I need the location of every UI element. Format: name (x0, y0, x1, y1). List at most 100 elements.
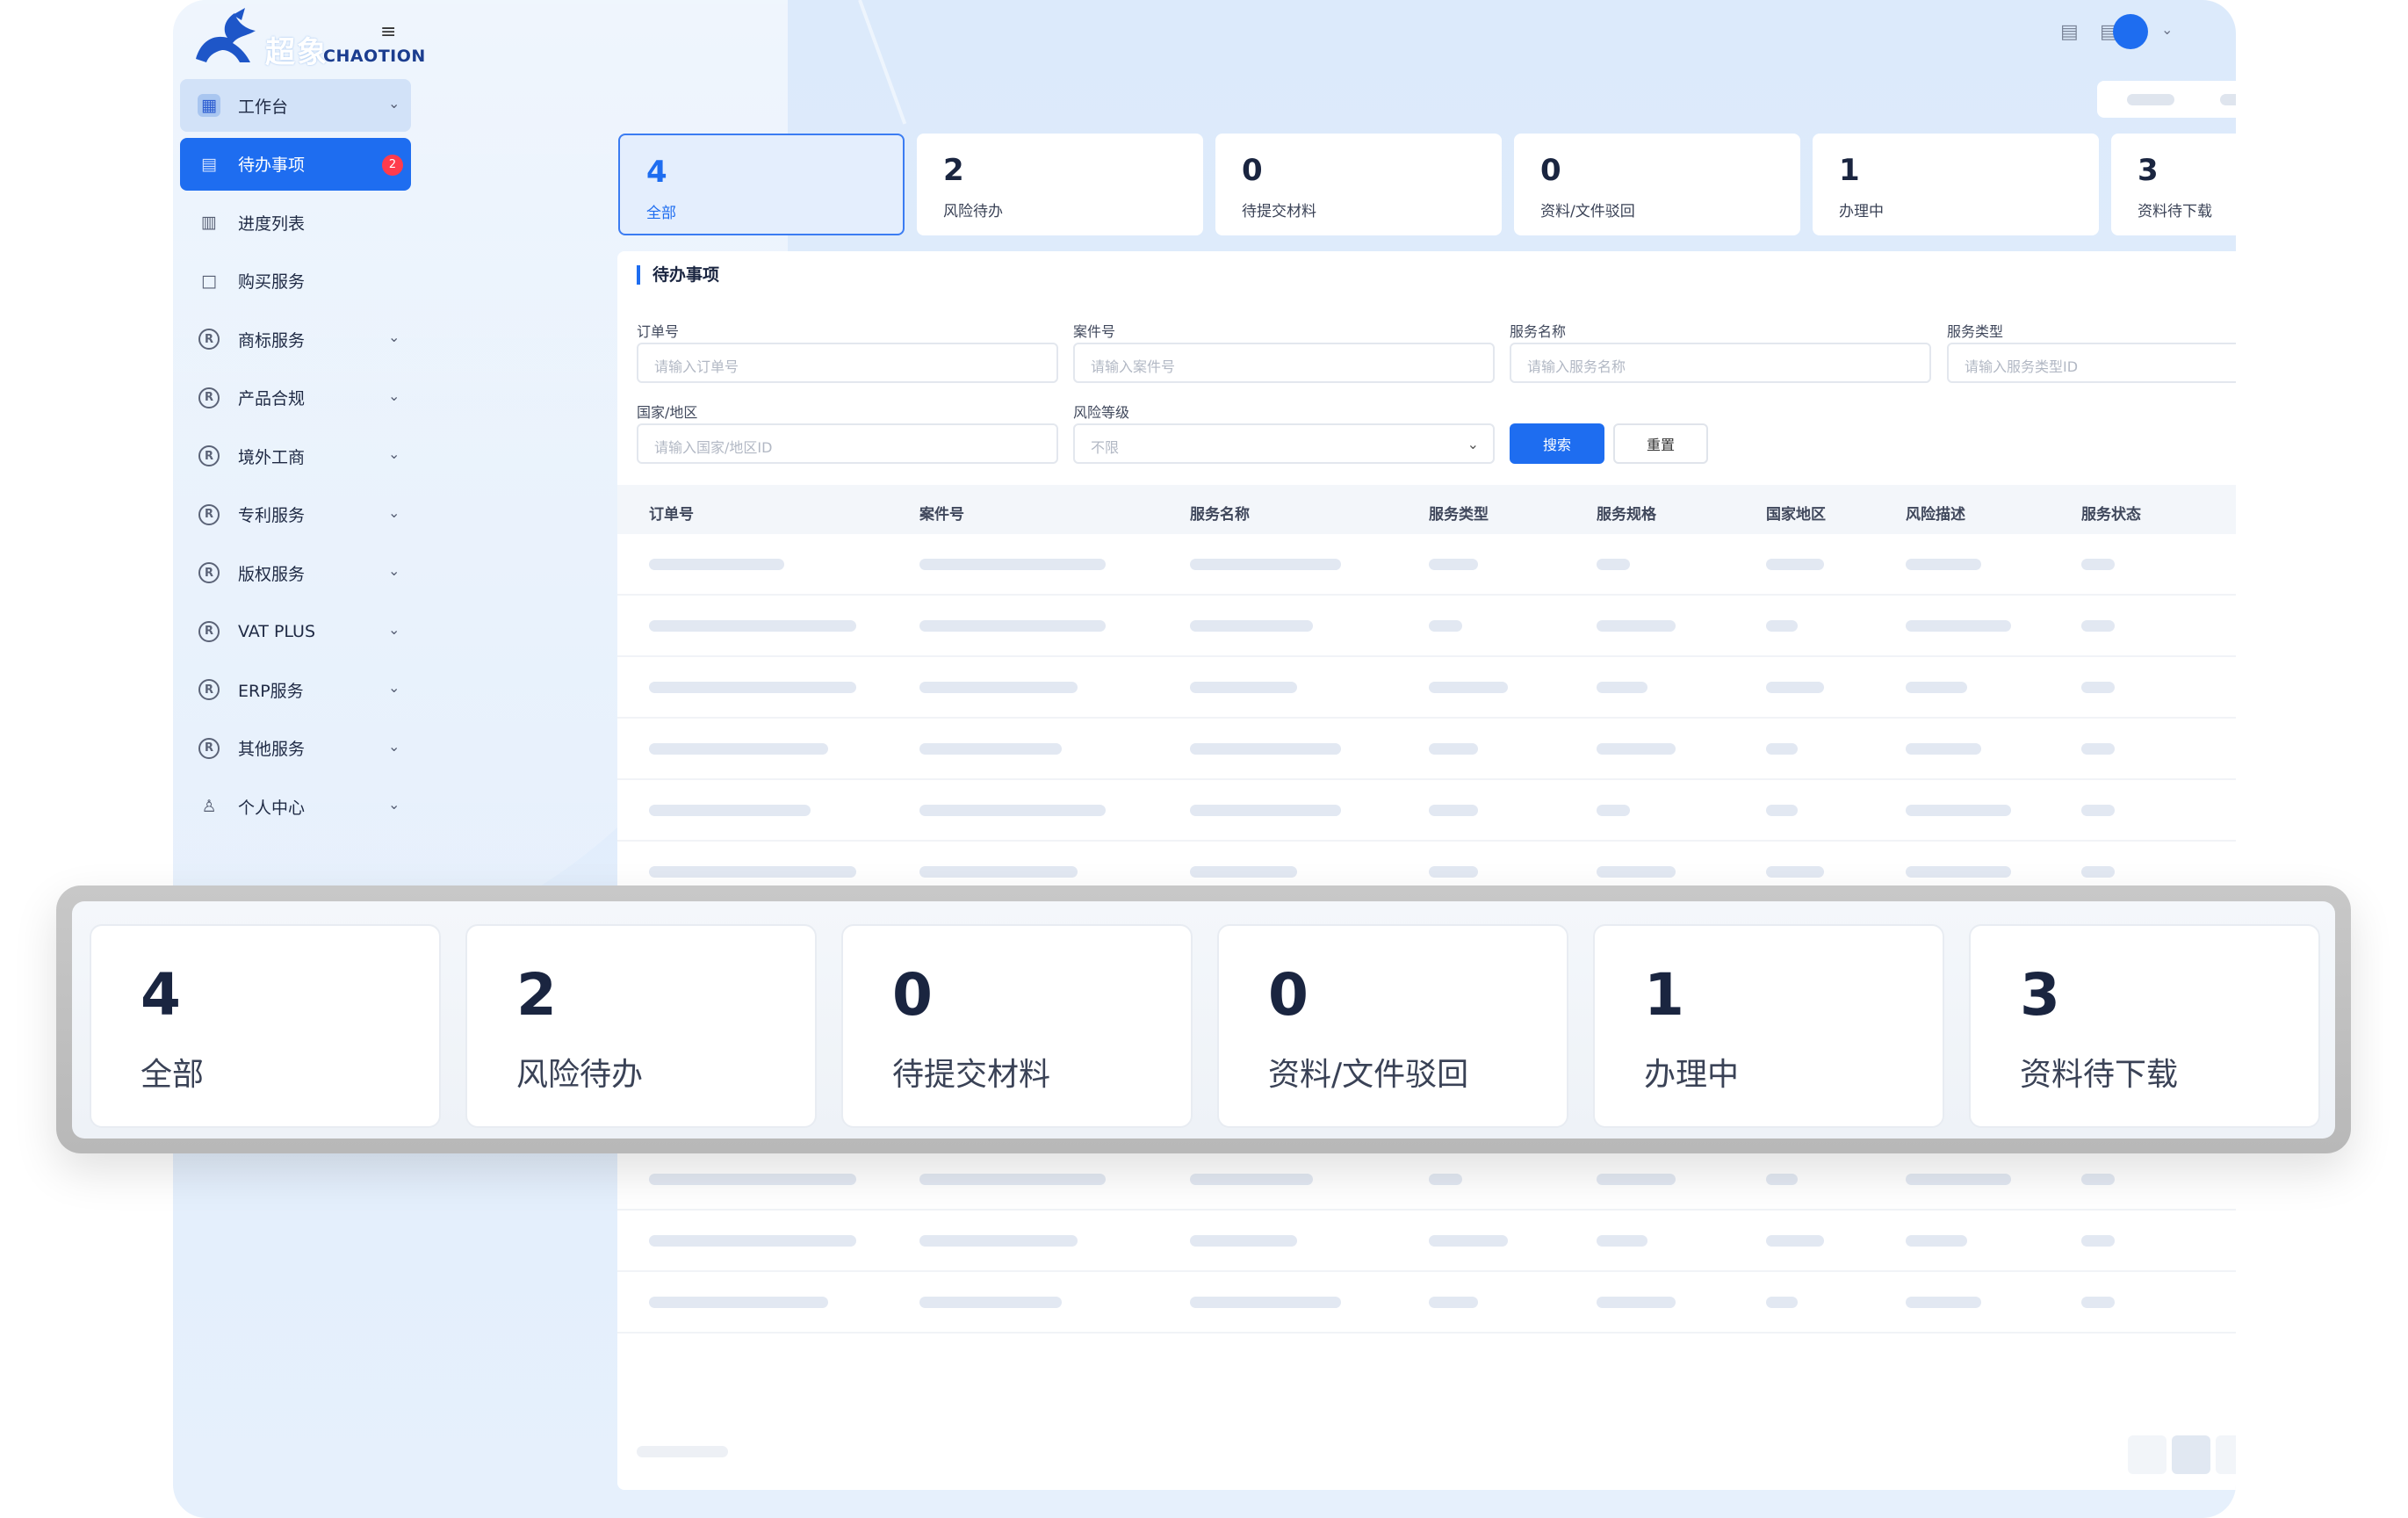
col-service-name: 服务名称 (1190, 506, 1250, 524)
stat-count: 4 (646, 155, 667, 190)
service-type-label: 服务类型 (1947, 323, 2004, 340)
sidebar-item-label: 工作台 (238, 97, 289, 117)
col-risk-desc: 风险描述 (1906, 506, 1965, 524)
stat-count: 1 (1839, 153, 1860, 188)
skeleton-cell (1766, 620, 1798, 632)
brand-logo[interactable]: 超象 CHAOTION (189, 4, 425, 70)
sidebar-item-todo[interactable]: ▤ 待办事项 2 (180, 137, 411, 191)
skeleton-cell (649, 743, 828, 755)
sidebar-item-workbench[interactable]: ▦ 工作台 ⌄ (180, 79, 411, 132)
stat-card-risk[interactable]: 2 风险待办 (917, 134, 1203, 235)
chevron-down-icon[interactable]: ⌄ (2161, 21, 2173, 38)
skeleton-cell (1906, 866, 2011, 878)
stat-label: 全部 (646, 205, 676, 222)
skeleton-cell (1190, 682, 1297, 693)
pagination-prev[interactable] (2128, 1435, 2166, 1474)
table-row[interactable] (617, 534, 2236, 596)
risk-level-select[interactable]: 不限 ⌄ (1073, 423, 1495, 464)
big-stat-card-processing[interactable]: 1 办理中 (1593, 924, 1944, 1128)
skeleton-cell (1190, 743, 1341, 755)
skeleton-bar (2127, 94, 2174, 105)
skeleton-cell (649, 1174, 856, 1185)
stat-count: 0 (1268, 961, 1309, 1029)
pagination-total-placeholder (637, 1446, 728, 1457)
skeleton-cell (1766, 682, 1824, 693)
table-row[interactable] (617, 780, 2236, 842)
skeleton-cell (1597, 805, 1630, 816)
sidebar-item-compliance[interactable]: R 产品合规 ⌄ (180, 372, 411, 424)
skeleton-cell (1190, 866, 1297, 878)
chevron-down-icon: ⌄ (388, 503, 400, 521)
chevron-down-icon: ⌄ (388, 737, 400, 755)
table-row[interactable] (617, 1211, 2236, 1272)
skeleton-cell (1906, 1235, 1967, 1247)
square-icon: □ (201, 271, 217, 291)
skeleton-cell (1429, 620, 1462, 632)
service-type-input[interactable]: 请输入服务类型ID (1947, 343, 2236, 383)
pagination-next[interactable] (2216, 1435, 2236, 1474)
sidebar-item-copyright[interactable]: R 版权服务 ⌄ (180, 546, 411, 599)
stat-count: 1 (1644, 961, 1684, 1029)
stat-card-processing[interactable]: 1 办理中 (1813, 134, 2099, 235)
big-stat-card-rejected[interactable]: 0 资料/文件驳回 (1217, 924, 1568, 1128)
grid-icon: ▦ (198, 94, 220, 117)
table-row[interactable] (617, 657, 2236, 719)
stat-card-pending-materials[interactable]: 0 待提交材料 (1215, 134, 1502, 235)
table-row[interactable] (617, 1272, 2236, 1334)
table-row[interactable] (617, 719, 2236, 780)
menu-toggle-icon[interactable]: ≡ (380, 21, 396, 43)
stat-card-all[interactable]: 4 全部 (618, 134, 905, 235)
reset-button[interactable]: 重置 (1613, 423, 1708, 464)
skeleton-cell (1906, 620, 2011, 632)
skeleton-cell (919, 1297, 1062, 1308)
col-country: 国家地区 (1766, 506, 1826, 524)
sidebar-item-other[interactable]: R 其他服务 ⌄ (180, 722, 411, 775)
service-name-input[interactable]: 请输入服务名称 (1510, 343, 1931, 383)
skeleton-cell (1906, 1174, 2011, 1185)
avatar[interactable] (2113, 14, 2148, 49)
chevron-down-icon: ⌄ (388, 95, 400, 112)
registered-icon: R (198, 737, 220, 760)
skeleton-cell (649, 559, 784, 570)
order-no-input[interactable]: 请输入订单号 (637, 343, 1058, 383)
sidebar-item-progress[interactable]: ▥ 进度列表 (180, 196, 411, 249)
registered-icon: R (198, 328, 220, 351)
case-no-input[interactable]: 请输入案件号 (1073, 343, 1495, 383)
skeleton-cell (1429, 866, 1478, 878)
table-view-icon[interactable]: ▤ (2060, 21, 2079, 43)
chevron-down-icon: ⌄ (388, 620, 400, 638)
big-stat-card-download[interactable]: 3 资料待下载 (1969, 924, 2320, 1128)
skeleton-cell (1766, 1297, 1798, 1308)
registered-icon: R (198, 678, 220, 701)
table-row[interactable] (617, 596, 2236, 657)
big-stat-card-risk[interactable]: 2 风险待办 (465, 924, 817, 1128)
list-icon: ▤ (201, 154, 217, 174)
service-name-label: 服务名称 (1510, 323, 1567, 340)
stat-count: 2 (943, 153, 964, 188)
skeleton-cell (2081, 1297, 2115, 1308)
stat-card-rejected[interactable]: 0 资料/文件驳回 (1514, 134, 1800, 235)
sidebar-item-trademark[interactable]: R 商标服务 ⌄ (180, 313, 411, 365)
country-input[interactable]: 请输入国家/地区ID (637, 423, 1058, 464)
sidebar-item-buy[interactable]: □ 购买服务 (180, 255, 411, 307)
sidebar-item-vat[interactable]: R VAT PLUS ⌄ (180, 605, 411, 658)
stat-card-download[interactable]: 3 资料待下载 (2111, 134, 2236, 235)
sidebar-item-overseas[interactable]: R 境外工商 ⌄ (180, 430, 411, 482)
country-label: 国家/地区 (637, 404, 698, 421)
big-stat-card-all[interactable]: 4 全部 (90, 924, 441, 1128)
sidebar-item-patent[interactable]: R 专利服务 ⌄ (180, 488, 411, 541)
sidebar-item-erp[interactable]: R ERP服务 ⌄ (180, 663, 411, 716)
pagination-page[interactable] (2172, 1435, 2210, 1474)
skeleton-cell (1597, 559, 1630, 570)
skeleton-bar (2220, 94, 2236, 105)
stat-label: 待提交材料 (892, 1057, 1051, 1093)
user-icon: ♙ (201, 797, 217, 816)
skeleton-cell (1429, 805, 1478, 816)
sidebar-item-label: 待办事项 (238, 155, 306, 175)
table-row[interactable] (617, 1149, 2236, 1211)
stat-label: 办理中 (1839, 203, 1884, 220)
search-button[interactable]: 搜索 (1510, 423, 1604, 464)
chevron-down-icon: ⌄ (388, 679, 400, 696)
big-stat-card-pending-materials[interactable]: 0 待提交材料 (841, 924, 1193, 1128)
sidebar-item-profile[interactable]: ♙ 个人中心 ⌄ (180, 780, 411, 833)
